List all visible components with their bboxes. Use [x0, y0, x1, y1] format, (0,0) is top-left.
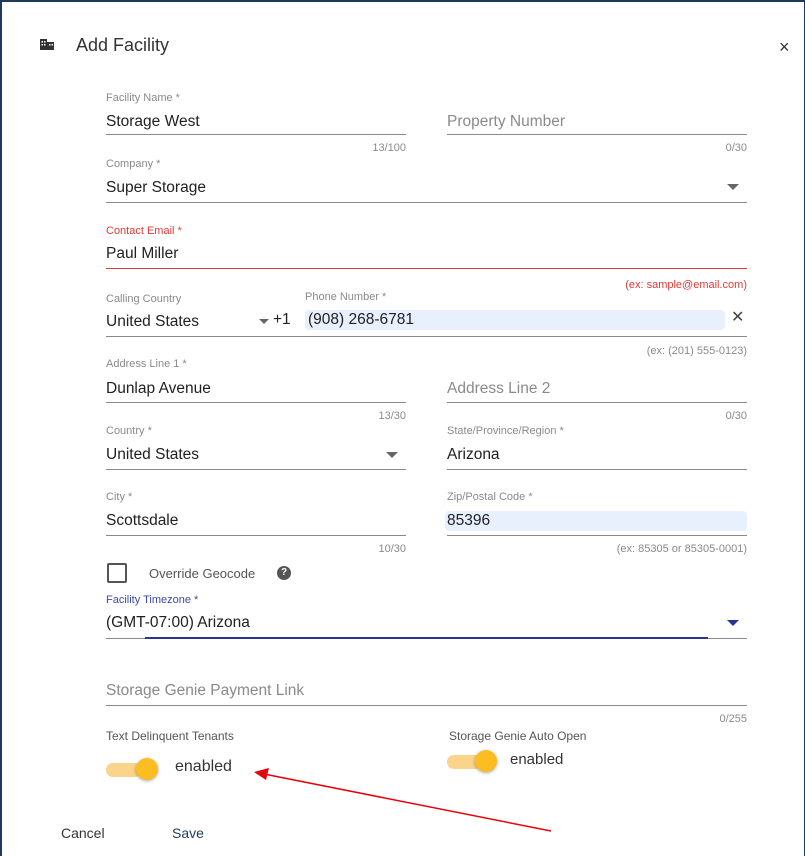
add-facility-dialog: Add Facility × Facility Name * Storage W…: [0, 0, 805, 856]
annotation-arrow: [254, 768, 552, 832]
